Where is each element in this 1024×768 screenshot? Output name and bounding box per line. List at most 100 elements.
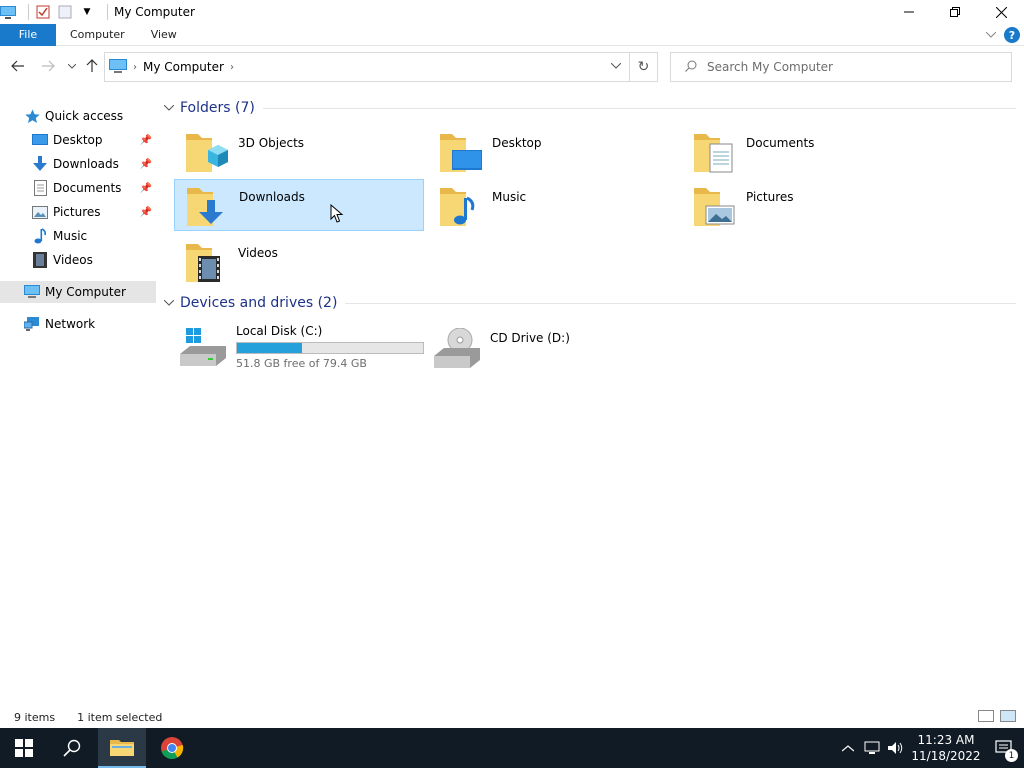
window-controls xyxy=(886,0,1024,24)
restore-button[interactable] xyxy=(932,0,978,24)
film-icon xyxy=(32,252,48,268)
volume-icon[interactable] xyxy=(884,728,908,768)
close-button[interactable] xyxy=(978,0,1024,24)
drive-tile-local-disk-c[interactable]: Local Disk (C:) 51.8 GB free of 79.4 GB xyxy=(174,322,424,374)
start-button[interactable] xyxy=(0,728,48,768)
breadcrumb-my-computer[interactable]: My Computer xyxy=(143,60,224,74)
nav-item-downloads[interactable]: Downloads 📌 xyxy=(0,153,156,175)
drive-tile-cd-drive-d[interactable]: CD Drive (D:) xyxy=(428,322,678,374)
breadcrumb-chevron-icon[interactable]: › xyxy=(230,62,234,73)
chrome-icon xyxy=(161,737,184,760)
disk-usage-bar xyxy=(236,342,424,354)
taskbar-clock[interactable]: 11:23 AM 11/18/2022 xyxy=(908,732,984,764)
nav-quick-access[interactable]: Quick access xyxy=(0,105,156,127)
drive-label: Local Disk (C:) xyxy=(236,324,323,338)
address-bar[interactable]: › My Computer › xyxy=(104,52,630,82)
ribbon-tabs: File Computer View ? xyxy=(0,23,1024,46)
taskbar-chrome[interactable] xyxy=(148,728,196,768)
devices-group-header[interactable]: Devices and drives (2) xyxy=(163,295,1016,311)
nav-item-label: Music xyxy=(53,229,88,243)
folder-label: Documents xyxy=(746,136,815,150)
computer-icon xyxy=(109,58,127,76)
expand-ribbon-icon[interactable] xyxy=(985,30,997,41)
clock-date: 11/18/2022 xyxy=(911,749,981,763)
up-button[interactable] xyxy=(82,56,102,76)
nav-item-pictures[interactable]: Pictures 📌 xyxy=(0,201,156,223)
drive-info: Local Disk (C:) 51.8 GB free of 79.4 GB xyxy=(236,324,424,374)
nav-item-label: Documents xyxy=(53,181,122,195)
forward-button[interactable] xyxy=(38,56,58,76)
music-note-icon xyxy=(32,228,48,244)
properties-icon[interactable] xyxy=(35,4,51,20)
nav-item-desktop[interactable]: Desktop 📌 xyxy=(0,129,156,151)
header-divider xyxy=(345,302,1016,304)
view-switcher xyxy=(978,710,1016,722)
address-dropdown-icon[interactable] xyxy=(610,61,622,72)
pin-icon[interactable]: 📌 xyxy=(140,207,152,218)
nav-item-label: Videos xyxy=(53,253,93,267)
network-tray-icon[interactable] xyxy=(860,728,884,768)
customize-toolbar-dropdown-icon[interactable]: ▼ xyxy=(79,4,95,20)
pin-icon[interactable]: 📌 xyxy=(140,183,152,194)
header-divider xyxy=(262,107,1016,109)
collapse-chevron-icon[interactable] xyxy=(163,103,175,114)
folder-tile-desktop[interactable]: Desktop xyxy=(428,126,678,178)
windows-logo-icon xyxy=(15,739,33,757)
network-icon xyxy=(24,316,40,332)
refresh-button[interactable]: ↻ xyxy=(630,52,658,82)
folders-group-header[interactable]: Folders (7) xyxy=(163,100,1016,116)
documents-folder-icon xyxy=(692,130,736,174)
folder-tile-pictures[interactable]: Pictures xyxy=(682,180,932,232)
back-button[interactable] xyxy=(8,56,28,76)
nav-my-computer-label: My Computer xyxy=(45,285,126,299)
pin-icon[interactable]: 📌 xyxy=(140,159,152,170)
computer-icon xyxy=(24,284,40,300)
pin-icon[interactable]: 📌 xyxy=(140,135,152,146)
new-folder-icon[interactable] xyxy=(57,4,73,20)
folder-tile-downloads[interactable]: Downloads xyxy=(174,179,424,231)
folder-label: Downloads xyxy=(239,190,305,204)
recent-locations-button[interactable] xyxy=(62,56,82,76)
search-box[interactable] xyxy=(670,52,1012,82)
tab-view[interactable]: View xyxy=(138,24,190,46)
folder-label: Videos xyxy=(238,246,278,260)
search-button[interactable] xyxy=(48,728,96,768)
folder-tile-documents[interactable]: Documents xyxy=(682,126,932,178)
nav-item-label: Downloads xyxy=(53,157,119,171)
nav-my-computer[interactable]: My Computer xyxy=(0,281,156,303)
nav-item-videos[interactable]: Videos xyxy=(0,249,156,271)
item-count: 9 items xyxy=(14,710,56,724)
taskbar-file-explorer[interactable] xyxy=(98,728,146,768)
action-center-button[interactable]: 1 xyxy=(984,728,1024,768)
collapse-chevron-icon[interactable] xyxy=(163,298,175,309)
cd-drive-icon xyxy=(434,327,480,374)
folder-tile-music[interactable]: Music xyxy=(428,180,678,232)
search-input[interactable] xyxy=(707,60,987,74)
notification-count-badge: 1 xyxy=(1005,749,1018,762)
tab-file[interactable]: File xyxy=(0,23,56,46)
nav-item-documents[interactable]: Documents 📌 xyxy=(0,177,156,199)
nav-network[interactable]: Network xyxy=(0,313,156,335)
folder-tile-videos[interactable]: Videos xyxy=(174,236,424,288)
3d-objects-folder-icon xyxy=(184,130,228,174)
mouse-cursor-icon xyxy=(330,203,344,227)
folder-tile-3d-objects[interactable]: 3D Objects xyxy=(174,126,424,178)
ribbon-controls: ? xyxy=(985,27,1020,43)
folders-header-label: Folders (7) xyxy=(180,100,255,116)
details-view-icon[interactable] xyxy=(978,710,994,722)
nav-network-label: Network xyxy=(45,317,96,331)
breadcrumb-chevron-icon[interactable]: › xyxy=(133,62,137,73)
tab-computer[interactable]: Computer xyxy=(57,24,138,46)
large-icons-view-icon[interactable] xyxy=(1000,710,1016,722)
minimize-button[interactable] xyxy=(886,0,932,24)
computer-icon xyxy=(0,4,16,20)
nav-item-label: Desktop xyxy=(53,133,103,147)
search-icon xyxy=(63,739,81,757)
clock-time: 11:23 AM xyxy=(917,733,975,747)
windows-drive-icon xyxy=(180,328,226,374)
document-icon xyxy=(32,180,48,196)
file-explorer-icon xyxy=(110,740,134,756)
nav-item-music[interactable]: Music xyxy=(0,225,156,247)
help-button[interactable]: ? xyxy=(1004,27,1020,43)
show-hidden-icons-chevron-icon[interactable] xyxy=(836,728,860,768)
